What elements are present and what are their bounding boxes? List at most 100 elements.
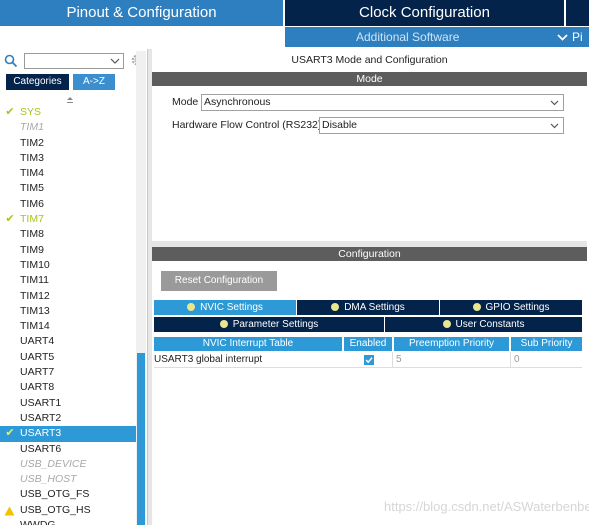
list-item-label: TIM14: [20, 320, 50, 333]
list-item[interactable]: ✔ USART3: [0, 426, 136, 442]
table-row[interactable]: USART3 global interrupt 5 0: [154, 352, 582, 368]
warning-icon: [4, 506, 15, 516]
col-header-enabled[interactable]: Enabled: [344, 337, 392, 351]
list-item[interactable]: USART1: [0, 396, 136, 411]
list-item[interactable]: UART5: [0, 350, 136, 365]
tab-dma-settings[interactable]: DMA Settings: [297, 300, 439, 315]
flow-control-value: Disable: [322, 119, 358, 131]
search-input[interactable]: [24, 53, 124, 69]
watermark: https://blog.csdn.net/ASWaterbenben: [384, 499, 589, 514]
mode-section-header: Mode: [152, 72, 587, 86]
tab-parameter-settings[interactable]: Parameter Settings: [154, 317, 384, 332]
list-item[interactable]: TIM12: [0, 289, 136, 304]
sub-tab-bar: Additional Software Pi: [0, 27, 589, 47]
list-item[interactable]: TIM9: [0, 243, 136, 258]
list-item[interactable]: ✔ SYS: [0, 105, 136, 120]
col-header-interrupt[interactable]: NVIC Interrupt Table: [154, 337, 342, 351]
check-icon: [365, 357, 373, 364]
stm32cubemx-window: Pinout & Configuration Clock Configurati…: [0, 0, 589, 525]
tab-dma-label: DMA Settings: [344, 302, 405, 313]
tab-user-constants[interactable]: User Constants: [385, 317, 582, 332]
column-divider: [392, 352, 393, 368]
tab-pinout-configuration[interactable]: Pinout & Configuration: [0, 0, 283, 26]
list-item[interactable]: WWDG: [0, 518, 136, 525]
flow-control-label: Hardware Flow Control (RS232): [172, 119, 322, 131]
list-item-label: TIM7: [20, 213, 44, 226]
list-item-label: USART2: [20, 411, 62, 424]
list-item[interactable]: TIM10: [0, 258, 136, 273]
list-item[interactable]: USB_OTG_FS: [0, 487, 136, 502]
list-item[interactable]: TIM2: [0, 136, 136, 151]
list-item-label: USB_OTG_HS: [20, 503, 91, 516]
list-item-label: UART4: [20, 335, 55, 348]
chevron-down-icon[interactable]: [550, 121, 559, 130]
tab-gpio-label: GPIO Settings: [485, 302, 550, 313]
list-item[interactable]: ✔ TIM7: [0, 212, 136, 227]
list-item-label: USB_DEVICE: [20, 457, 87, 470]
list-item[interactable]: TIM13: [0, 304, 136, 319]
status-dot-icon: [187, 303, 196, 311]
chevron-down-icon[interactable]: [557, 27, 568, 47]
mode-label: Mode: [172, 96, 199, 108]
list-item[interactable]: TIM11: [0, 273, 136, 288]
status-dot-icon: [472, 303, 481, 311]
left-panel: Categories A->Z ✔ SYS TIM1 TIM2 TIM3 TIM4 TIM5…: [0, 49, 148, 525]
status-dot-icon: [219, 320, 228, 328]
enabled-checkbox[interactable]: [364, 355, 374, 365]
list-item-label: USB_HOST: [20, 473, 77, 486]
right-panel: USART3 Mode and Configuration Mode Mode …: [152, 49, 589, 525]
list-item[interactable]: USART6: [0, 442, 136, 457]
list-item[interactable]: UART4: [0, 334, 136, 349]
mode-select[interactable]: Asynchronous: [201, 94, 564, 111]
interrupt-name: USART3 global interrupt: [154, 354, 263, 365]
col-header-sub-priority[interactable]: Sub Priority: [511, 337, 582, 351]
scrollbar-thumb[interactable]: [137, 353, 145, 525]
col-header-preemption[interactable]: Preemption Priority: [394, 337, 509, 351]
list-item[interactable]: TIM3: [0, 151, 136, 166]
list-item-label: TIM1: [20, 121, 44, 134]
list-item[interactable]: USART2: [0, 411, 136, 426]
list-item-label: SYS: [20, 106, 42, 118]
search-icon[interactable]: [4, 54, 18, 68]
tab-gpio-settings[interactable]: GPIO Settings: [440, 300, 582, 315]
pinout-menu-label[interactable]: Pi: [572, 27, 583, 47]
list-item[interactable]: TIM1: [0, 120, 136, 135]
list-item-label: USART6: [20, 442, 62, 455]
additional-software-bar[interactable]: Additional Software Pi: [285, 27, 589, 47]
list-item[interactable]: USB_OTG_HS: [0, 503, 136, 518]
list-scrollbar[interactable]: [136, 51, 146, 525]
list-item[interactable]: TIM6: [0, 197, 136, 212]
additional-software-label: Additional Software: [356, 30, 460, 44]
mode-section: Mode Asynchronous Hardware Flow Control …: [152, 86, 587, 241]
list-item-label: TIM4: [20, 167, 44, 180]
tab-user-constants-label: User Constants: [455, 319, 525, 330]
list-item-label: TIM3: [20, 151, 44, 164]
list-item[interactable]: TIM14: [0, 319, 136, 334]
sub-priority-cell[interactable]: 0: [514, 352, 520, 368]
list-item[interactable]: USB_DEVICE: [0, 457, 136, 472]
chevron-down-icon[interactable]: [110, 55, 120, 67]
list-item-label: TIM5: [20, 182, 44, 195]
list-item[interactable]: TIM8: [0, 227, 136, 242]
tab-clock-configuration[interactable]: Clock Configuration: [285, 0, 564, 26]
reset-configuration-button[interactable]: Reset Configuration: [161, 271, 277, 291]
tab-nvic-settings[interactable]: NVIC Settings: [154, 300, 296, 315]
categories-tab[interactable]: Categories: [6, 74, 69, 90]
sort-ascending-icon[interactable]: [66, 96, 74, 104]
list-item-label: WWDG: [20, 519, 56, 525]
list-item-label: TIM13: [20, 304, 50, 317]
az-sort-tab[interactable]: A->Z: [73, 74, 115, 90]
mode-select-value: Asynchronous: [204, 96, 271, 108]
list-item[interactable]: USB_HOST: [0, 472, 136, 487]
list-item[interactable]: TIM5: [0, 181, 136, 196]
flow-control-select[interactable]: Disable: [319, 117, 564, 134]
list-item[interactable]: UART7: [0, 365, 136, 380]
list-item[interactable]: UART8: [0, 380, 136, 395]
list-item-label: UART7: [20, 366, 55, 379]
chevron-down-icon[interactable]: [550, 98, 559, 107]
list-item[interactable]: TIM4: [0, 166, 136, 181]
tab-overflow[interactable]: [566, 0, 589, 26]
list-item-label: USB_OTG_FS: [20, 488, 90, 501]
preemption-priority-cell[interactable]: 5: [396, 352, 402, 368]
tab-nvic-label: NVIC Settings: [200, 302, 263, 313]
